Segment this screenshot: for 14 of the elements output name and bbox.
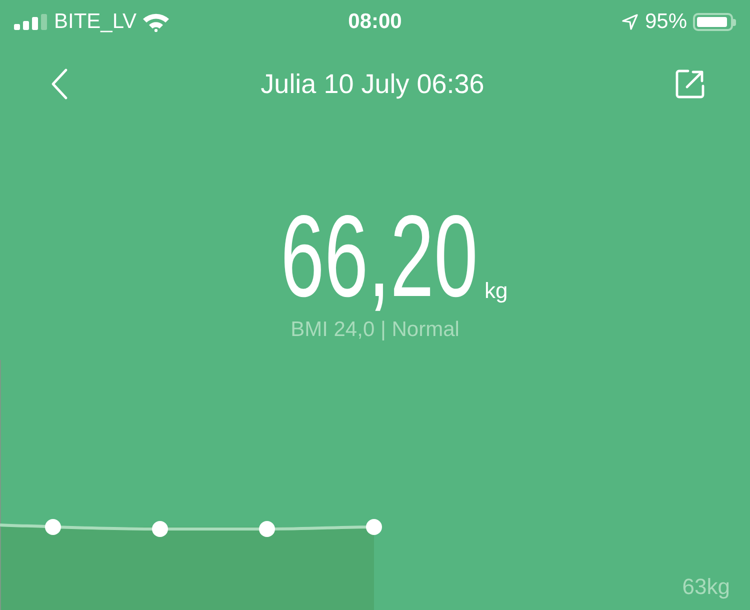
weight-value: 66,20 xyxy=(280,194,478,318)
back-icon[interactable] xyxy=(50,68,70,100)
axis-label: 63kg xyxy=(682,574,730,600)
bmi-status: BMI 24,0 | Normal xyxy=(290,318,460,342)
clock-time: 08:00 xyxy=(348,10,402,34)
wifi-icon xyxy=(142,12,170,32)
weight-unit: kg xyxy=(484,278,508,304)
screen-title: Julia 10 July 06:36 xyxy=(260,68,484,100)
location-arrow-icon xyxy=(620,13,639,31)
share-icon[interactable] xyxy=(675,69,705,99)
signal-icon xyxy=(14,14,48,30)
carrier-name: BITE_LV xyxy=(54,10,136,34)
battery-percentage: 95% xyxy=(644,10,687,34)
battery-icon xyxy=(693,13,736,31)
